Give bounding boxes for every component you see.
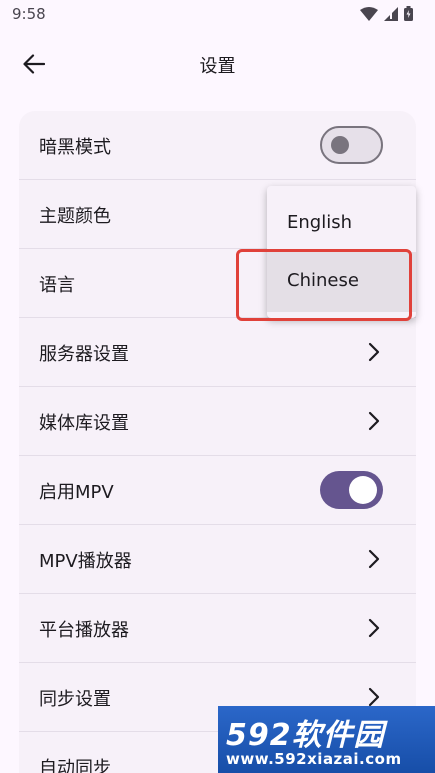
language-option-label: English xyxy=(287,212,352,233)
page-title: 设置 xyxy=(199,56,236,77)
setting-label: 暗黑模式 xyxy=(39,137,111,158)
status-icons xyxy=(360,6,413,21)
switch-thumb xyxy=(349,476,377,504)
setting-row-mpv-player[interactable]: MPV播放器 xyxy=(19,525,416,594)
screen: 9:58 设置 暗黑模式 主题颜色 语言 服务器设置 媒体库设置 启用MPV M… xyxy=(0,0,435,773)
language-menu: English Chinese xyxy=(267,186,416,318)
language-option-chinese[interactable]: Chinese xyxy=(267,252,416,312)
language-option-label: Chinese xyxy=(287,270,359,291)
chevron-right-icon xyxy=(368,618,380,638)
chevron-right-icon xyxy=(368,687,380,707)
enable-mpv-switch[interactable] xyxy=(320,471,383,509)
switch-thumb xyxy=(331,136,349,154)
setting-label: 平台播放器 xyxy=(39,620,129,641)
app-bar: 设置 xyxy=(0,30,435,96)
setting-label: 主题颜色 xyxy=(39,206,111,227)
dark-mode-switch[interactable] xyxy=(320,126,383,164)
chevron-right-icon xyxy=(368,411,380,431)
status-time: 9:58 xyxy=(12,5,46,23)
battery-icon xyxy=(404,6,413,21)
signal-icon xyxy=(384,6,398,21)
setting-row-media-library-settings[interactable]: 媒体库设置 xyxy=(19,387,416,456)
language-option-english[interactable]: English xyxy=(267,194,416,254)
chevron-right-icon xyxy=(368,342,380,362)
setting-label: 语言 xyxy=(39,275,75,296)
setting-label: 启用MPV xyxy=(39,482,114,503)
setting-row-platform-player[interactable]: 平台播放器 xyxy=(19,594,416,663)
setting-row-dark-mode[interactable]: 暗黑模式 xyxy=(19,111,416,180)
watermark-url: www.592xiazai.com xyxy=(226,750,402,768)
setting-row-server-settings[interactable]: 服务器设置 xyxy=(19,318,416,387)
setting-label: MPV播放器 xyxy=(39,551,132,572)
chevron-right-icon xyxy=(368,549,380,569)
wifi-icon xyxy=(360,6,378,21)
watermark-brand: 592软件园 xyxy=(226,718,385,753)
setting-row-enable-mpv[interactable]: 启用MPV xyxy=(19,456,416,525)
setting-label: 同步设置 xyxy=(39,689,111,710)
status-bar: 9:58 xyxy=(0,0,435,30)
watermark: 592软件园 www.592xiazai.com xyxy=(218,706,435,773)
setting-label: 服务器设置 xyxy=(39,344,129,365)
setting-label: 媒体库设置 xyxy=(39,413,129,434)
setting-label: 自动同步 xyxy=(39,758,111,773)
